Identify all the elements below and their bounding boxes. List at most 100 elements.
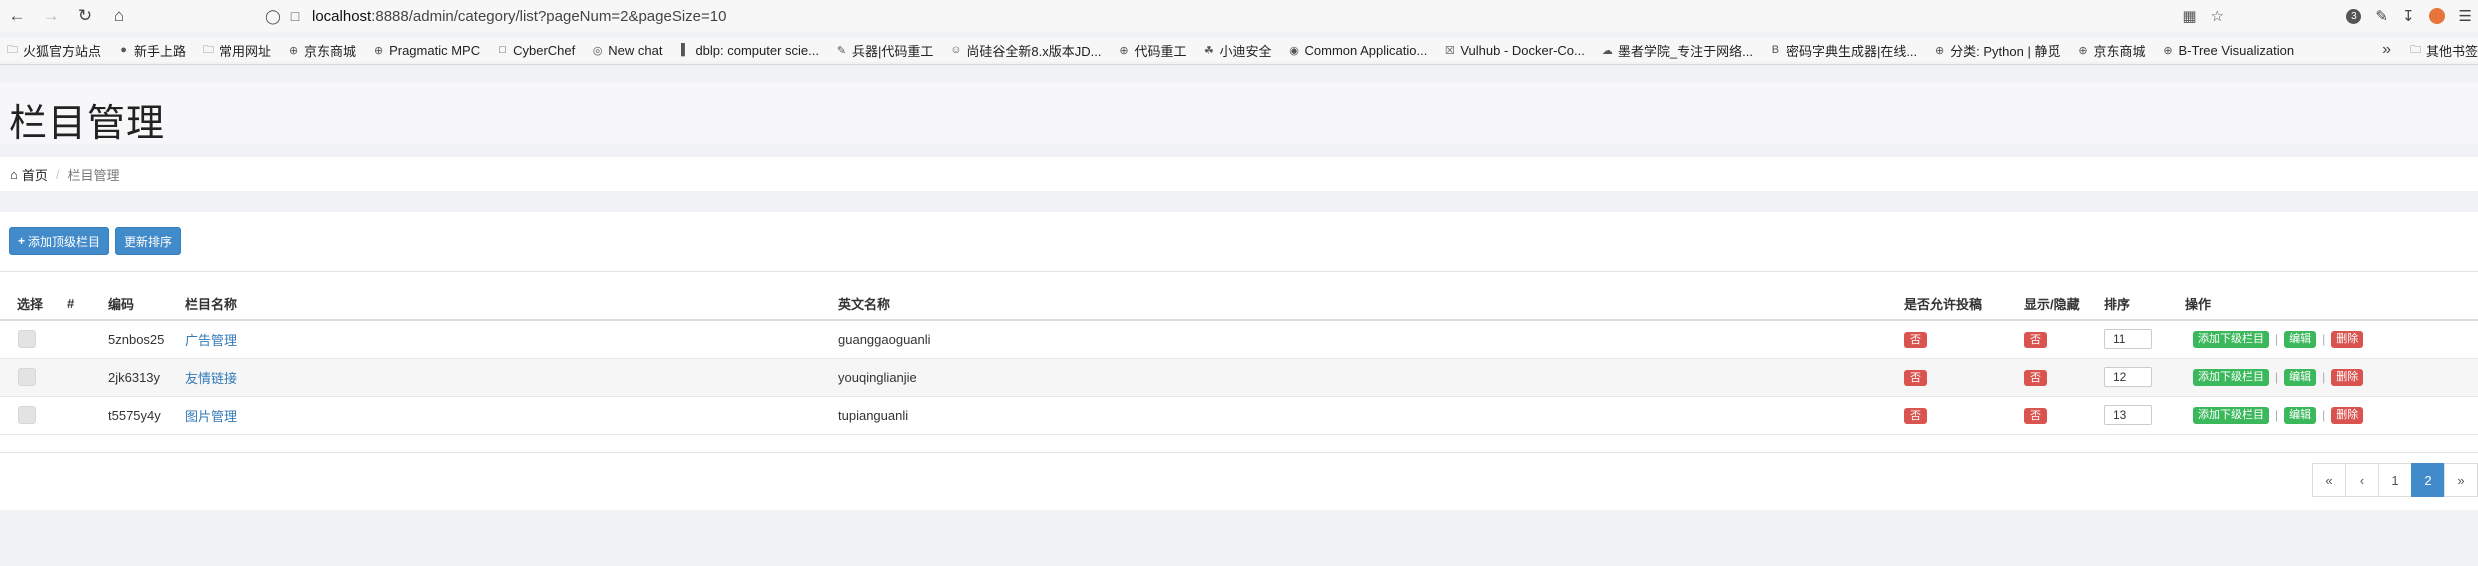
edit-button[interactable]: 编辑: [2284, 406, 2317, 424]
home-icon[interactable]: ⌂: [102, 0, 136, 32]
edit-button[interactable]: 编辑: [2284, 330, 2317, 348]
bookmark-item[interactable]: ⊕ 京东商城: [287, 41, 356, 60]
shield-icon[interactable]: ◯: [262, 8, 284, 25]
home-icon: ⌂: [10, 166, 18, 182]
toolbar: + 添加顶级栏目 更新排序: [9, 227, 182, 255]
page-1[interactable]: 1: [2378, 463, 2412, 497]
globe-icon: ⊕: [2163, 44, 2173, 57]
bookmark-label: 火狐官方站点: [23, 43, 102, 59]
show-hide-badge: 否: [2024, 331, 2047, 348]
bookmark-item[interactable]: ⊕ 分类: Python | 静觅: [1933, 41, 2060, 60]
pagination: « ‹ 1 2 »: [2312, 463, 2478, 497]
breadcrumb-home[interactable]: ⌂ 首页: [10, 165, 48, 184]
add-sub-category-button[interactable]: 添加下级栏目: [2193, 368, 2269, 386]
page-2[interactable]: 2: [2411, 463, 2445, 497]
delete-button[interactable]: 删除: [2331, 368, 2364, 386]
chevron-right-icon[interactable]: »: [2382, 41, 2391, 59]
pen-icon: ✎: [836, 44, 847, 57]
bookmark-item[interactable]: ◉ Common Applicatio...: [1288, 43, 1427, 58]
row-checkbox[interactable]: [18, 368, 36, 386]
category-name-link[interactable]: 广告管理: [185, 333, 237, 348]
bookmark-item[interactable]: ⊕ B-Tree Visualization: [2161, 43, 2294, 58]
bookmark-item[interactable]: ● 新手上路: [117, 41, 186, 60]
tab-count-badge[interactable]: 3: [2346, 8, 2362, 24]
breadcrumb: ⌂ 首页 / 栏目管理: [0, 157, 2478, 191]
title-band: [0, 82, 2478, 144]
row-allow-post-cell: 否: [1904, 320, 2024, 359]
add-sub-category-button[interactable]: 添加下级栏目: [2193, 330, 2269, 348]
page-prev[interactable]: ‹: [2345, 463, 2379, 497]
qr-code-icon[interactable]: ▦: [2182, 7, 2196, 25]
bookmarks-overflow: » 🗀 其他书签: [2372, 38, 2478, 62]
op-separator: |: [2275, 332, 2279, 347]
reload-icon[interactable]: ↻: [68, 0, 102, 32]
chrome-divider: [0, 64, 2478, 65]
bookmark-item[interactable]: ◎ New chat: [591, 43, 663, 58]
row-index-cell: [63, 320, 108, 359]
bookmark-item[interactable]: ☘ 小迪安全: [1202, 41, 1271, 60]
bookmark-item[interactable]: ☁ 墨者学院_专注于网络...: [1601, 41, 1753, 60]
extensions-icon[interactable]: ✎: [2375, 7, 2388, 25]
page-first[interactable]: «: [2312, 463, 2346, 497]
category-name-link[interactable]: 友情链接: [185, 371, 237, 386]
row-ops-cell: 添加下级栏目 | 编辑 | 删除: [2185, 358, 2478, 397]
bookmark-item[interactable]: ☺ 尚硅谷全新8.x版本JD...: [949, 41, 1101, 60]
page-info-icon[interactable]: □: [284, 8, 306, 24]
downloads-icon[interactable]: ↧: [2402, 7, 2415, 25]
bookmark-item[interactable]: ▌ dblp: computer scie...: [678, 43, 819, 58]
plus-icon: +: [18, 234, 26, 248]
col-ops: 操作: [2185, 288, 2478, 321]
back-icon[interactable]: ←: [0, 0, 34, 32]
browser-toolbar: ← → ↻ ⌂ ◯ □ localhost:8888/admin/categor…: [0, 0, 2478, 32]
sort-input[interactable]: [2104, 405, 2152, 425]
bookmark-item[interactable]: ☒ Vulhub - Docker-Co...: [1443, 43, 1585, 58]
sort-input[interactable]: [2104, 367, 2152, 387]
category-name-link[interactable]: 图片管理: [185, 409, 237, 424]
category-panel: + 添加顶级栏目 更新排序 选择 # 编码 栏目名称 英文名称 是否允许投稿 显…: [0, 212, 2478, 510]
delete-button[interactable]: 删除: [2331, 406, 2364, 424]
bookmark-item[interactable]: ⊕ Pragmatic MPC: [372, 43, 480, 58]
row-en-name: youqinglianjie: [838, 358, 1904, 397]
chat-icon: ◎: [592, 44, 603, 57]
row-checkbox[interactable]: [18, 406, 36, 424]
row-index-cell: [63, 396, 108, 435]
allow-post-badge: 否: [1904, 369, 1927, 386]
delete-button[interactable]: 删除: [2331, 330, 2364, 348]
col-index: #: [63, 288, 108, 321]
bookmark-item[interactable]: 🗀 火狐官方站点: [6, 41, 101, 60]
op-separator: |: [2275, 370, 2279, 385]
bookmark-item[interactable]: □ CyberChef: [496, 43, 575, 58]
bookmark-star-icon[interactable]: ☆: [2211, 7, 2224, 25]
account-avatar-icon[interactable]: [2428, 8, 2445, 24]
update-sort-button[interactable]: 更新排序: [115, 227, 182, 255]
url-text[interactable]: localhost:8888/admin/category/list?pageN…: [312, 8, 726, 25]
bookmark-label: CyberChef: [513, 42, 576, 58]
add-top-category-button[interactable]: + 添加顶级栏目: [9, 227, 110, 255]
bookmark-item[interactable]: 🗀 常用网址: [202, 41, 271, 60]
page-next[interactable]: »: [2444, 463, 2478, 497]
row-ops-cell: 添加下级栏目 | 编辑 | 删除: [2185, 320, 2478, 359]
forward-icon[interactable]: →: [34, 0, 68, 32]
bookmark-item[interactable]: ⊕ 代码重工: [1117, 41, 1186, 60]
pager-divider: [0, 452, 2478, 453]
col-en-name: 英文名称: [838, 288, 1904, 321]
show-hide-badge: 否: [2024, 407, 2047, 424]
table-row: 2jk6313y友情链接youqinglianjie否否添加下级栏目|编辑|删除: [0, 358, 2478, 397]
bookmark-item[interactable]: ⊕ 京东商城: [2076, 41, 2145, 60]
bookmark-item[interactable]: ✎ 兵器|代码重工: [835, 41, 934, 60]
url-bar[interactable]: ◯ □ localhost:8888/admin/category/list?p…: [262, 3, 2224, 29]
url-path: :8888/admin/category/list?pageNum=2&page…: [371, 7, 727, 25]
row-code: 5znbos25: [108, 320, 185, 359]
row-checkbox[interactable]: [18, 330, 36, 349]
sort-input[interactable]: [2104, 329, 2152, 350]
add-sub-category-button[interactable]: 添加下级栏目: [2193, 406, 2269, 424]
url-host: localhost: [312, 7, 372, 25]
menu-icon[interactable]: ☰: [2459, 7, 2472, 25]
table-row: t5575y4y图片管理tupianguanli否否添加下级栏目|编辑|删除: [0, 396, 2478, 435]
other-bookmarks[interactable]: 🗀 其他书签: [2409, 41, 2478, 60]
bookmark-item[interactable]: B 密码字典生成器|在线...: [1769, 41, 1917, 60]
row-en-name: tupianguanli: [838, 396, 1904, 435]
app-icon: ◉: [1289, 44, 1299, 57]
edit-button[interactable]: 编辑: [2284, 368, 2317, 386]
breadcrumb-separator: /: [55, 166, 60, 182]
